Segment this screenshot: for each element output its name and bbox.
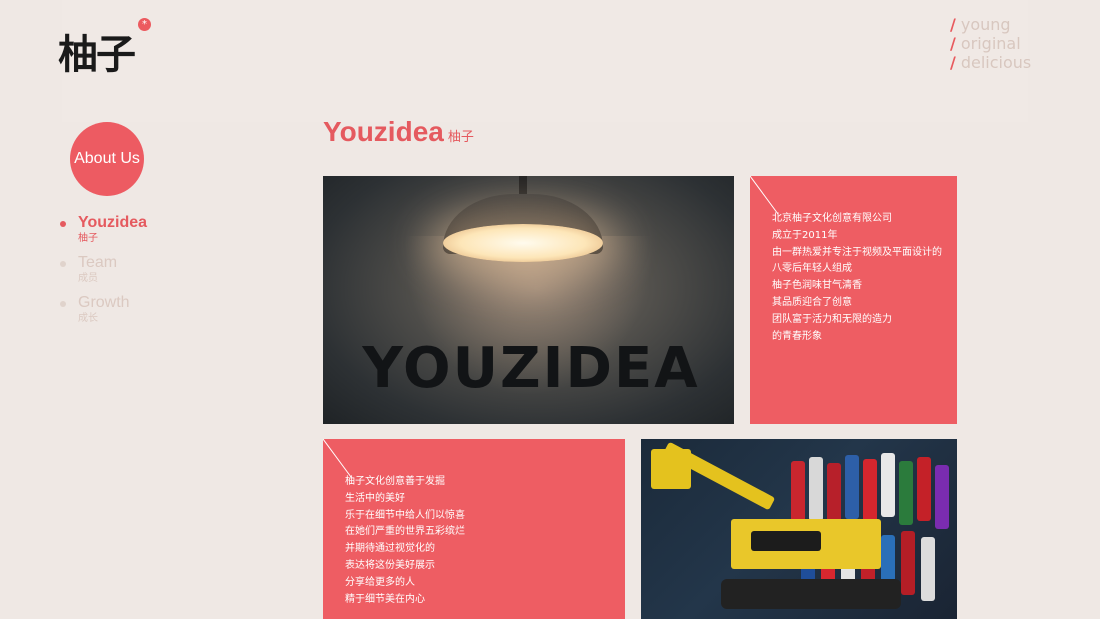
soda-can [863,459,877,523]
tagline-delicious: / delicious [950,53,1032,72]
corner-line-icon [323,439,352,478]
toy-excavator-photo [641,439,957,619]
excavator-track [721,579,901,609]
intro-text: 北京柚子文化创意有限公司 成立于2011年 由一群热爱并专注于视频及平面设计的 … [772,213,942,342]
brand-logo[interactable]: 柚子 [58,22,136,80]
nav-item-team[interactable]: Team 成员 [60,254,147,285]
lamp-photo: YOUZIDEA [323,176,734,424]
lamp-bulb [443,224,603,262]
nav-label-en: Youzidea [78,214,148,231]
page-title-zh: 柚子 [447,130,474,145]
soda-can [899,461,913,525]
about-us-button[interactable]: About Us [70,122,144,196]
nav-label-zh: 成员 [78,273,98,284]
soda-can [921,537,935,601]
logo-flower-icon: * [138,18,151,31]
nav-dot-icon [60,261,66,267]
philosophy-text: 柚子文化创意善于发掘 生活中的美好 乐于在细节中给人们以惊喜 在她们严重的世界五… [345,476,465,605]
wall-lettering: YOUZIDEA [362,336,700,401]
excavator-bucket [651,449,691,489]
soda-can [917,457,931,521]
soda-can [901,531,915,595]
nav-label-zh: 柚子 [78,233,98,244]
nav-label-en: Team [78,254,118,271]
tagline: / young / original / delicious [950,15,1031,72]
excavator-cabin [751,531,821,551]
nav-item-youzidea[interactable]: Youzidea 柚子 [60,214,147,245]
soda-can [827,463,841,527]
soda-can [845,455,859,519]
nav-dot-icon [60,221,66,227]
tagline-young: / young [950,15,1011,34]
nav-label-zh: 成长 [78,313,98,324]
soda-can [809,457,823,521]
side-nav: Youzidea 柚子 Team 成员 Growth 成长 [60,214,147,334]
philosophy-card: 柚子文化创意善于发掘 生活中的美好 乐于在细节中给人们以惊喜 在她们严重的世界五… [323,439,625,619]
soda-can [791,461,805,525]
nav-dot-icon [60,301,66,307]
page-title-en: Youzidea [323,116,444,147]
lamp-cord [519,176,527,196]
soda-can [881,453,895,517]
page-title: Youzidea 柚子 [323,116,474,148]
nav-label-en: Growth [78,294,130,311]
intro-card: 北京柚子文化创意有限公司 成立于2011年 由一群热爱并专注于视频及平面设计的 … [750,176,957,424]
soda-can [935,465,949,529]
header-band [62,0,1028,122]
tagline-original: / original [950,34,1021,53]
nav-item-growth[interactable]: Growth 成长 [60,294,147,325]
corner-line-icon [750,176,779,215]
